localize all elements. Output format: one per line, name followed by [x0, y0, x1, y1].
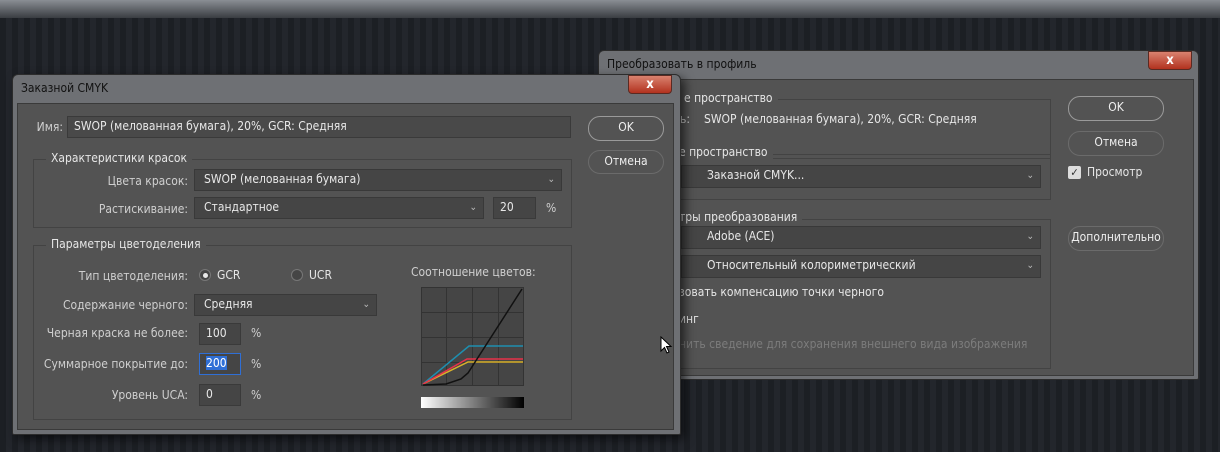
flatten-image-checkbox[interactable]: нить сведение для сохранения внешнего ви… [679, 337, 1027, 351]
close-button[interactable]: x [628, 75, 672, 94]
dot-gain-label: Растискивание: [98, 202, 188, 216]
cancel-button[interactable]: Отмена [1068, 131, 1164, 156]
black-generation-select[interactable]: Средняя ⌄ [194, 294, 377, 316]
gray-ramp-label: Соотношение цветов: [411, 265, 536, 279]
uca-amount-label: Уровень UCA: [111, 388, 188, 402]
conversion-options-legend: тры преобразования [674, 210, 803, 224]
percent-unit: % [251, 326, 262, 340]
dest-profile-value: Заказной CMYK... [707, 168, 805, 182]
close-button[interactable]: x [1148, 51, 1192, 70]
ucr-radio[interactable] [291, 269, 303, 281]
advanced-button[interactable]: Дополнительно [1068, 226, 1164, 251]
percent-unit: % [546, 201, 557, 215]
preview-checkbox[interactable]: ✓ [1068, 166, 1081, 179]
mouse-cursor-icon [660, 336, 673, 354]
ucr-label: UCR [309, 268, 332, 282]
ok-button[interactable]: OK [588, 116, 664, 141]
ink-colors-select[interactable]: SWOP (мелованная бумага) ⌄ [194, 169, 562, 191]
dest-profile-select[interactable]: Заказной CMYK... ⌄ [681, 165, 1041, 188]
intent-select[interactable]: Относительный колориметрический ⌄ [681, 255, 1041, 278]
desktop-background [0, 0, 1220, 18]
source-space-legend: е пространство [679, 91, 778, 105]
name-label: Имя: [36, 120, 63, 134]
gray-gradient-bar [421, 397, 524, 408]
black-point-compensation-checkbox[interactable]: зовать компенсацию точки черного [679, 285, 884, 299]
total-ink-limit-value: 200 [206, 356, 227, 370]
source-profile-value: SWOP (мелованная бумага), 20%, GCR: Сред… [704, 112, 977, 126]
preview-label: Просмотр [1087, 165, 1143, 179]
cancel-button[interactable]: Отмена [588, 150, 664, 174]
source-profile-label: ь: [680, 112, 691, 126]
dither-checkbox[interactable]: инг [679, 312, 699, 326]
separation-type-label: Тип цветоделения: [78, 269, 188, 283]
chevron-down-icon: ⌄ [362, 299, 370, 310]
uca-amount-input[interactable]: 0 [199, 384, 241, 406]
intent-value: Относительный колориметрический [707, 258, 916, 272]
engine-value: Adobe (ACE) [707, 229, 775, 243]
chevron-down-icon: ⌄ [469, 202, 477, 213]
dot-gain-select[interactable]: Стандартное ⌄ [194, 197, 484, 219]
dot-gain-percent-input[interactable]: 20 [493, 197, 536, 219]
separation-options-legend: Параметры цветоделения [46, 237, 206, 251]
name-input[interactable]: SWOP (мелованная бумага), 20%, GCR: Сред… [67, 116, 571, 138]
percent-unit: % [251, 357, 262, 371]
dest-space-legend: е пространство [674, 145, 773, 159]
dot-gain-value: Стандартное [204, 200, 280, 214]
black-generation-label: Содержание черного: [62, 298, 188, 312]
engine-select[interactable]: Adobe (ACE) ⌄ [681, 226, 1041, 249]
total-ink-limit-label: Суммарное покрытие до: [43, 357, 188, 371]
ok-button[interactable]: OK [1068, 96, 1164, 121]
gcr-label: GCR [217, 268, 241, 282]
dialog-title: Заказной CMYK [21, 81, 109, 95]
chevron-down-icon: ⌄ [547, 174, 555, 185]
chevron-down-icon: ⌄ [1026, 170, 1034, 181]
gray-ramp-graph [421, 287, 524, 386]
dialog-title: Преобразовать в профиль [607, 57, 757, 71]
black-ink-limit-label: Черная краска не более: [46, 326, 188, 340]
ink-options-legend: Характеристики красок [46, 151, 193, 165]
custom-cmyk-dialog: Заказной CMYK x Имя: SWOP (мелованная бу… [12, 74, 681, 435]
black-ink-limit-input[interactable]: 100 [199, 323, 241, 345]
ink-colors-label: Цвета красок: [107, 174, 188, 188]
black-generation-value: Средняя [204, 297, 253, 311]
percent-unit: % [251, 388, 262, 402]
total-ink-limit-input[interactable]: 200 [199, 353, 241, 375]
gcr-radio[interactable] [199, 269, 211, 281]
chevron-down-icon: ⌄ [1026, 231, 1034, 242]
ink-colors-value: SWOP (мелованная бумага) [204, 172, 361, 186]
convert-to-profile-dialog: Преобразовать в профиль x е пространство… [598, 50, 1199, 380]
chevron-down-icon: ⌄ [1026, 260, 1034, 271]
